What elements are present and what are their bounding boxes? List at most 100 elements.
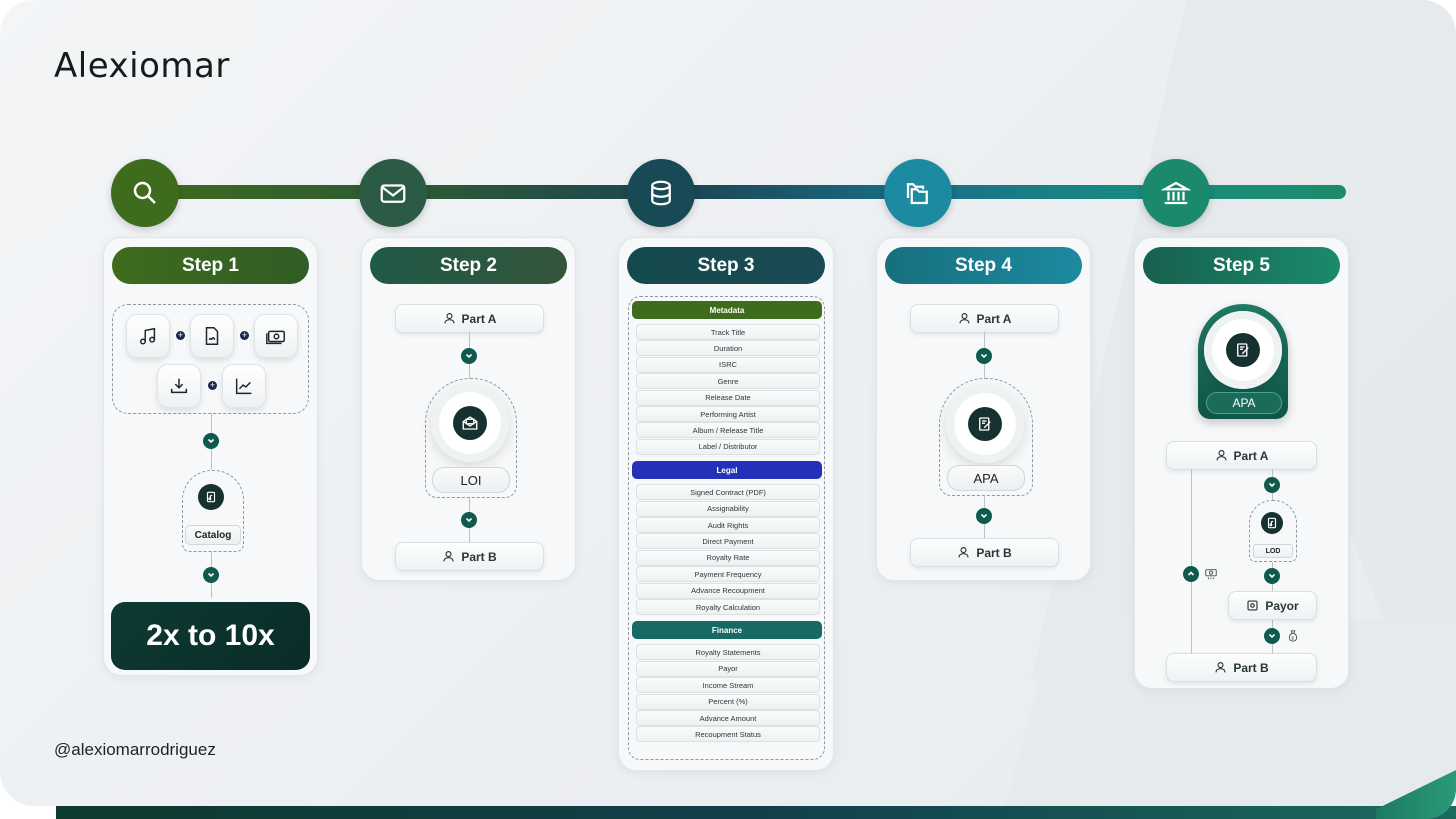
metadata-field[interactable]: Performing Artist (636, 406, 820, 422)
step2-title: Step 2 (370, 247, 567, 284)
chevron-down-icon (203, 433, 219, 449)
chevron-down-icon (1264, 477, 1280, 493)
chevron-up-icon (1183, 566, 1199, 582)
step2-part-b[interactable]: Part B (395, 542, 544, 571)
signed-document-icon (1237, 343, 1249, 357)
brand-logo: Alexiomar (54, 46, 230, 86)
user-icon (1215, 662, 1226, 673)
legal-field[interactable]: Royalty Rate (636, 549, 820, 566)
apa-badge (968, 407, 1002, 441)
step5-part-a[interactable]: Part A (1166, 441, 1317, 470)
metadata-field[interactable]: Album / Release Title (636, 422, 820, 439)
lod-badge (1261, 512, 1283, 534)
svg-text:$: $ (1292, 636, 1295, 641)
catalog-badge (198, 484, 224, 510)
part-b-label: Part B (976, 545, 1012, 560)
step4-card: Step 4 Part A APA Part B (876, 237, 1091, 581)
legal-field[interactable]: Royalty Calculation (636, 599, 820, 615)
cash-icon (266, 330, 285, 345)
timeline-node-1[interactable] (111, 159, 179, 227)
apa-document (946, 385, 1024, 463)
part-a-label: Part A (976, 311, 1012, 326)
apa-final-icon-badge (1226, 333, 1260, 367)
part-b-label: Part B (461, 549, 497, 564)
chevron-down-icon (203, 567, 219, 583)
chevron-down-icon (461, 512, 477, 528)
step4-part-b[interactable]: Part B (910, 538, 1059, 567)
music-note-icon (139, 327, 156, 345)
search-icon (133, 181, 156, 204)
finance-field[interactable]: Payor (636, 660, 820, 677)
part-b-label: Part B (1233, 660, 1269, 675)
safe-icon (1247, 600, 1258, 611)
loi-badge (453, 406, 487, 440)
payment-return-line (1191, 469, 1192, 654)
timeline-node-5[interactable] (1142, 159, 1210, 227)
step1-tile-download (157, 364, 201, 408)
metadata-field[interactable]: Genre (636, 373, 820, 390)
footer-accent-bar (56, 806, 1456, 819)
payor-node[interactable]: Payor (1228, 591, 1317, 620)
database-icon (651, 180, 671, 206)
chevron-down-icon (976, 508, 992, 524)
step5-title: Step 5 (1143, 247, 1340, 284)
plus-icon: + (208, 380, 217, 390)
step4-part-a[interactable]: Part A (910, 304, 1059, 333)
legal-field[interactable]: Direct Payment (636, 533, 820, 550)
apa-final-document (1204, 311, 1282, 389)
timeline-node-2[interactable] (359, 159, 427, 227)
apa-final-label: APA (1206, 392, 1282, 414)
step1-card: Step 1 + + + Catalog 2x to 10x (103, 237, 318, 676)
step1-title: Step 1 (112, 247, 309, 284)
user-icon (959, 313, 970, 324)
valuation-multiple: 2x to 10x (111, 602, 310, 670)
legal-field[interactable]: Assignability (636, 500, 820, 517)
bank-icon (1161, 181, 1191, 205)
finance-field[interactable]: Percent (%) (636, 693, 820, 710)
finance-section-header: Finance (632, 621, 822, 640)
loi-label: LOI (432, 467, 510, 493)
plus-icon: + (176, 330, 185, 340)
chevron-down-icon (1264, 568, 1280, 584)
step1-tile-document (190, 314, 234, 358)
metadata-field[interactable]: ISRC (636, 356, 820, 373)
music-file-icon (1267, 517, 1277, 529)
chevron-down-icon (461, 348, 477, 364)
legal-field[interactable]: Payment Frequency (636, 566, 820, 583)
metadata-field[interactable]: Track Title (636, 324, 820, 340)
cash-flow-icon (1205, 569, 1217, 580)
music-file-icon (206, 491, 216, 503)
money-bag-icon: $ (1288, 630, 1298, 642)
legal-field[interactable]: Audit Rights (636, 517, 820, 533)
legal-field[interactable]: Signed Contract (PDF) (636, 484, 820, 501)
timeline-node-4[interactable] (884, 159, 952, 227)
metadata-field[interactable]: Label / Distributor (636, 438, 820, 455)
step4-title: Step 4 (885, 247, 1082, 284)
chevron-down-icon (976, 348, 992, 364)
finance-field[interactable]: Income Stream (636, 677, 820, 694)
download-icon (170, 378, 188, 394)
signed-document-icon (979, 417, 991, 431)
finance-field[interactable]: Recoupment Status (636, 726, 820, 743)
user-icon (1216, 450, 1227, 461)
legal-field[interactable]: Advance Recoupment (636, 582, 820, 599)
open-mail-icon (462, 416, 478, 430)
finance-field[interactable]: Royalty Statements (636, 644, 820, 661)
payor-label: Payor (1265, 598, 1299, 613)
trend-chart-icon (235, 378, 252, 395)
timeline-node-3[interactable] (627, 159, 695, 227)
legal-section-header: Legal (632, 461, 822, 480)
canvas: Alexiomar @alexiomarrodriguez Step 1 + + (0, 0, 1456, 806)
step5-part-b[interactable]: Part B (1166, 653, 1317, 682)
document-icon (205, 327, 219, 345)
metadata-field[interactable]: Release Date (636, 389, 820, 406)
plus-icon: + (240, 330, 249, 340)
apa-label: APA (947, 465, 1025, 491)
step3-title: Step 3 (627, 247, 825, 284)
metadata-field[interactable]: Duration (636, 340, 820, 357)
user-icon (958, 547, 969, 558)
finance-field[interactable]: Advance Amount (636, 710, 820, 726)
lod-label: LOD (1253, 544, 1293, 558)
step2-card: Step 2 Part A LOI Part B (361, 237, 576, 581)
step2-part-a[interactable]: Part A (395, 304, 544, 333)
